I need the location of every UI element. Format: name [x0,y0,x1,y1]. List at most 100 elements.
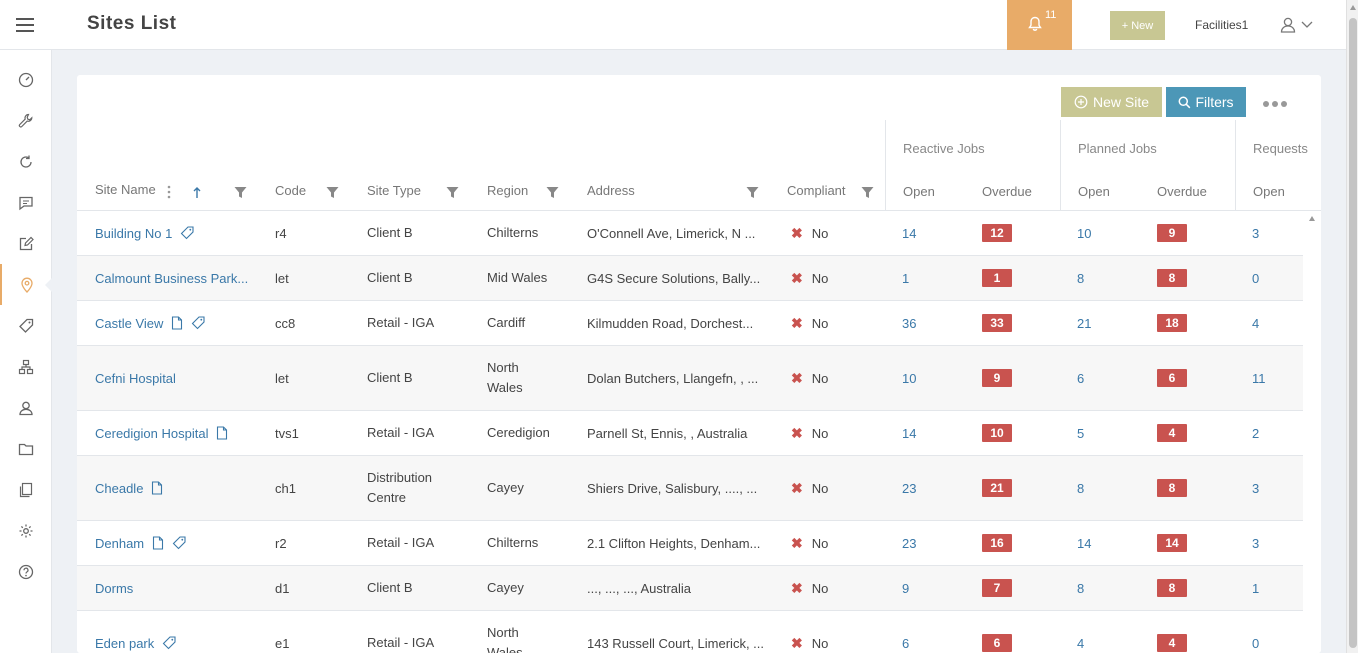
table-scrollbar[interactable] [1304,211,1321,653]
sidebar-item-refresh[interactable] [0,141,52,182]
table-row[interactable]: Cefni Hospital let Client B North Wales Dola… [77,346,1303,411]
tag-icon[interactable] [180,226,194,240]
sidebar-item-dashboard[interactable] [0,59,52,100]
table-row[interactable]: Dorms d1 Client B Cayey ..., ..., ..., Austr… [77,566,1303,611]
hamburger-menu-icon[interactable] [16,18,34,32]
sort-ascending-icon[interactable] [193,186,201,199]
new-button[interactable]: + New [1110,11,1165,40]
site-name-link[interactable]: Denham [95,536,144,551]
sidebar-item-assets[interactable] [0,305,52,346]
sidebar-item-contacts[interactable] [0,387,52,428]
notifications-button[interactable]: 11 [1007,0,1072,50]
column-header-planned-overdue[interactable]: Overdue [1157,184,1207,199]
requests-open-link[interactable]: 3 [1252,226,1259,241]
reactive-open-link[interactable]: 9 [902,581,909,596]
reactive-open-link[interactable]: 1 [902,271,909,286]
document-icon[interactable] [171,316,183,330]
planned-open-link[interactable]: 21 [1077,316,1091,331]
requests-open-link[interactable]: 0 [1252,271,1259,286]
site-name-link[interactable]: Calmount Business Park... [95,271,248,286]
table-row[interactable]: Eden park e1 Retail - IGA North Wales 143 Ru… [77,611,1303,653]
reactive-open-link[interactable]: 14 [902,226,916,241]
sidebar-item-maintenance[interactable] [0,100,52,141]
sidebar-item-edit[interactable] [0,223,52,264]
filter-icon[interactable] [446,186,459,199]
table-row[interactable]: Cheadle ch1 Distribution Centre Cayey Shiers… [77,456,1303,521]
planned-overdue-badge[interactable]: 14 [1157,534,1187,552]
reactive-overdue-badge[interactable]: 7 [982,579,1012,597]
sidebar-item-hierarchy[interactable] [0,346,52,387]
column-header-compliant[interactable]: Compliant [787,183,846,198]
table-row[interactable]: Ceredigion Hospital tvs1 Retail - IGA Cered… [77,411,1303,456]
column-header-requests-open[interactable]: Open [1253,184,1285,199]
filters-button[interactable]: Filters [1166,87,1246,117]
document-icon[interactable] [151,481,163,495]
reactive-overdue-badge[interactable]: 10 [982,424,1012,442]
reactive-overdue-badge[interactable]: 6 [982,634,1012,652]
requests-open-link[interactable]: 4 [1252,316,1259,331]
user-name[interactable]: Facilities1 [1195,18,1248,32]
planned-overdue-badge[interactable]: 8 [1157,479,1187,497]
planned-open-link[interactable]: 6 [1077,371,1084,386]
reactive-overdue-badge[interactable]: 1 [982,269,1012,287]
site-name-link[interactable]: Cheadle [95,481,143,496]
requests-open-link[interactable]: 3 [1252,481,1259,496]
user-menu[interactable] [1280,16,1316,39]
planned-open-link[interactable]: 8 [1077,581,1084,596]
column-header-address[interactable]: Address [587,183,635,198]
filter-icon[interactable] [746,186,759,199]
sidebar-item-documents[interactable] [0,469,52,510]
column-header-region[interactable]: Region [487,183,528,198]
reactive-open-link[interactable]: 23 [902,481,916,496]
reactive-open-link[interactable]: 23 [902,536,916,551]
sidebar-item-files[interactable] [0,428,52,469]
table-row[interactable]: Castle View cc8 Retail - IGA Cardiff Kilmudd… [77,301,1303,346]
reactive-open-link[interactable]: 10 [902,371,916,386]
filter-icon[interactable] [234,186,247,199]
requests-open-link[interactable]: 1 [1252,581,1259,596]
table-row[interactable]: Calmount Business Park... let Client B Mid … [77,256,1303,301]
reactive-open-link[interactable]: 14 [902,426,916,441]
site-name-link[interactable]: Eden park [95,636,154,651]
planned-open-link[interactable]: 14 [1077,536,1091,551]
site-name-link[interactable]: Building No 1 [95,226,172,241]
requests-open-link[interactable]: 2 [1252,426,1259,441]
sidebar-item-help[interactable] [0,551,52,592]
column-header-code[interactable]: Code [275,183,306,198]
planned-overdue-badge[interactable]: 4 [1157,424,1187,442]
more-options-icon[interactable] [1263,101,1287,107]
reactive-open-link[interactable]: 36 [902,316,916,331]
site-name-link[interactable]: Ceredigion Hospital [95,426,208,441]
filter-icon[interactable] [326,186,339,199]
planned-overdue-badge[interactable]: 8 [1157,579,1187,597]
planned-open-link[interactable]: 8 [1077,271,1084,286]
tag-icon[interactable] [191,316,205,330]
planned-open-link[interactable]: 4 [1077,636,1084,651]
column-header-reactive-overdue[interactable]: Overdue [982,184,1032,199]
reactive-overdue-badge[interactable]: 9 [982,369,1012,387]
document-icon[interactable] [216,426,228,440]
reactive-overdue-badge[interactable]: 21 [982,479,1012,497]
document-icon[interactable] [152,536,164,550]
filter-icon[interactable] [861,186,874,199]
sidebar-item-sites[interactable] [0,264,53,305]
column-header-planned-open[interactable]: Open [1078,184,1110,199]
site-name-link[interactable]: Cefni Hospital [95,371,176,386]
column-header-site-name[interactable]: Site Name [95,182,156,197]
page-scrollbar[interactable] [1346,0,1358,653]
planned-open-link[interactable]: 8 [1077,481,1084,496]
reactive-overdue-badge[interactable]: 16 [982,534,1012,552]
planned-open-link[interactable]: 10 [1077,226,1091,241]
new-site-button[interactable]: New Site [1061,87,1162,117]
planned-overdue-badge[interactable]: 18 [1157,314,1187,332]
column-menu-icon[interactable] [167,185,171,199]
sidebar-item-settings[interactable] [0,510,52,551]
site-name-link[interactable]: Dorms [95,581,133,596]
planned-overdue-badge[interactable]: 8 [1157,269,1187,287]
planned-overdue-badge[interactable]: 4 [1157,634,1187,652]
tag-icon[interactable] [172,536,186,550]
planned-open-link[interactable]: 5 [1077,426,1084,441]
column-header-site-type[interactable]: Site Type [367,183,421,198]
table-row[interactable]: Building No 1 r4 Client B Chilterns O'Connel… [77,211,1303,256]
requests-open-link[interactable]: 3 [1252,536,1259,551]
